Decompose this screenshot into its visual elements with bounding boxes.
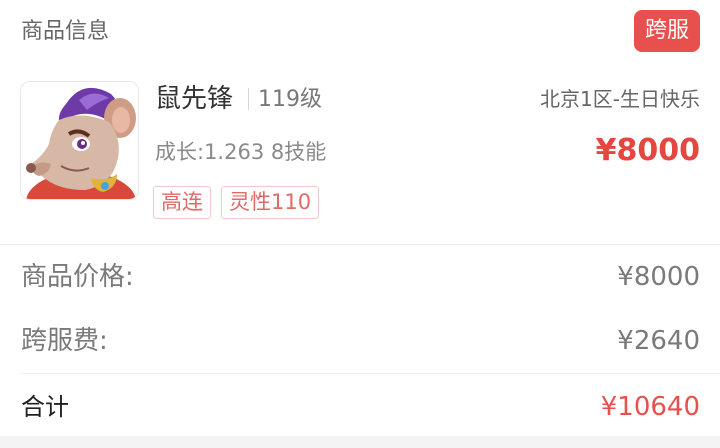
growth-skills-info: 成长:1.263 8技能 — [155, 140, 327, 164]
summary-row-total: 合计 ¥10640 — [0, 377, 720, 437]
rat-character-avatar-icon — [20, 81, 139, 200]
price-label: 商品价格: — [21, 262, 134, 292]
server-name: 北京1区-生日快乐 — [540, 87, 700, 111]
tag-list: 高连 灵性110 — [153, 186, 320, 219]
fee-label: 跨服费: — [21, 326, 108, 356]
product-card: 商品信息 跨服 鼠先锋 119级 北京1区-生日快乐 成长:1.263 8技能 … — [0, 0, 720, 436]
name-separator — [248, 88, 249, 110]
summary-row-price: 商品价格: ¥8000 — [0, 247, 720, 307]
tag-item: 高连 — [153, 186, 211, 219]
product-level: 119级 — [258, 87, 322, 112]
card-header: 商品信息 跨服 — [0, 0, 720, 64]
total-value: ¥10640 — [600, 392, 700, 422]
price-value: ¥8000 — [617, 262, 700, 292]
product-name: 鼠先锋 — [155, 84, 234, 114]
tag-item: 灵性110 — [221, 186, 320, 219]
total-divider — [20, 373, 720, 374]
summary-row-fee: 跨服费: ¥2640 — [0, 311, 720, 371]
section-divider — [0, 244, 720, 245]
product-item[interactable]: 鼠先锋 119级 北京1区-生日快乐 成长:1.263 8技能 ¥8000 高连… — [0, 64, 720, 244]
total-label: 合计 — [21, 393, 69, 421]
cross-server-badge: 跨服 — [633, 10, 700, 52]
section-title: 商品信息 — [21, 19, 110, 44]
fee-value: ¥2640 — [617, 326, 700, 356]
product-price: ¥8000 — [595, 133, 700, 168]
